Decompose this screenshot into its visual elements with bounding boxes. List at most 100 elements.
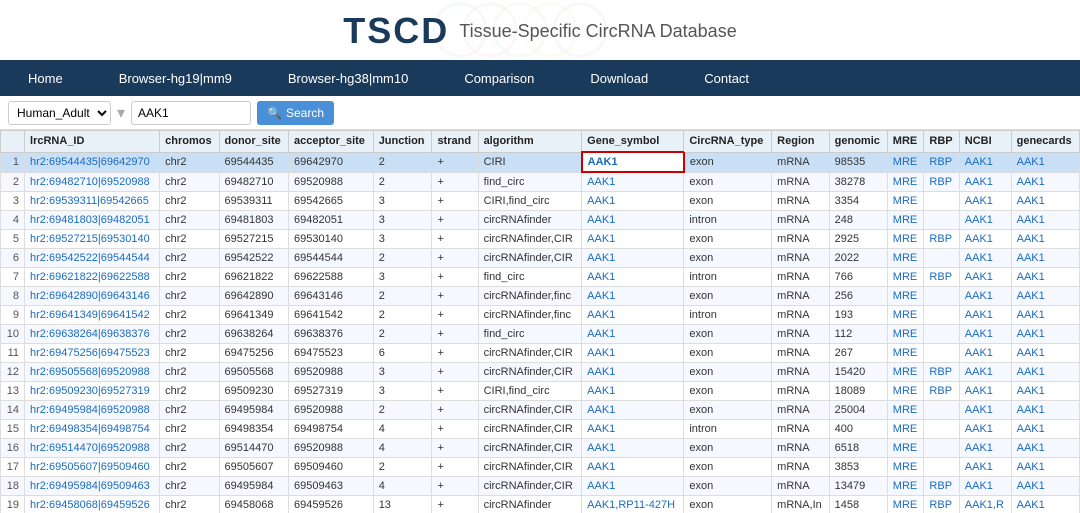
- mre-cell[interactable]: MRE: [887, 477, 924, 496]
- ncbi-cell[interactable]: AAK1: [959, 439, 1011, 458]
- lrcRNA-id-cell[interactable]: hr2:69509230|69527319: [25, 382, 160, 401]
- mre-cell[interactable]: MRE: [887, 287, 924, 306]
- gene-symbol-cell[interactable]: AAK1: [582, 306, 684, 325]
- search-input[interactable]: [131, 101, 251, 125]
- lrcRNA-id-cell[interactable]: hr2:69495984|69509463: [25, 477, 160, 496]
- tissue-dropdown[interactable]: Human_Adult Human_Fetal Mouse_Adult Mous…: [8, 101, 111, 125]
- mre-cell[interactable]: MRE: [887, 249, 924, 268]
- nav-contact[interactable]: Contact: [676, 60, 777, 96]
- mre-cell[interactable]: MRE: [887, 230, 924, 249]
- gene-symbol-cell[interactable]: AAK1: [582, 344, 684, 363]
- genecards-cell[interactable]: AAK1: [1011, 306, 1079, 325]
- ncbi-cell[interactable]: AAK1: [959, 477, 1011, 496]
- lrcRNA-id-cell[interactable]: hr2:69544435|69642970: [25, 152, 160, 172]
- gene-symbol-cell[interactable]: AAK1,RP11-427H: [582, 496, 684, 513]
- mre-cell[interactable]: MRE: [887, 401, 924, 420]
- table-row[interactable]: 5hr2:69527215|69530140chr269527215695301…: [1, 230, 1080, 249]
- gene-symbol-cell[interactable]: AAK1: [582, 458, 684, 477]
- table-row[interactable]: 4hr2:69481803|69482051chr269481803694820…: [1, 211, 1080, 230]
- ncbi-cell[interactable]: AAK1: [959, 230, 1011, 249]
- gene-symbol-cell[interactable]: AAK1: [582, 192, 684, 211]
- lrcRNA-id-cell[interactable]: hr2:69481803|69482051: [25, 211, 160, 230]
- mre-cell[interactable]: MRE: [887, 172, 924, 192]
- gene-symbol-cell[interactable]: AAK1: [582, 230, 684, 249]
- genecards-cell[interactable]: AAK1: [1011, 439, 1079, 458]
- mre-cell[interactable]: MRE: [887, 382, 924, 401]
- table-row[interactable]: 7hr2:69621822|69622588chr269621822696225…: [1, 268, 1080, 287]
- table-row[interactable]: 6hr2:69542522|69544544chr269542522695445…: [1, 249, 1080, 268]
- mre-cell[interactable]: MRE: [887, 363, 924, 382]
- ncbi-cell[interactable]: AAK1: [959, 287, 1011, 306]
- genecards-cell[interactable]: AAK1: [1011, 268, 1079, 287]
- lrcRNA-id-cell[interactable]: hr2:69475256|69475523: [25, 344, 160, 363]
- table-row[interactable]: 1hr2:69544435|69642970chr269544435696429…: [1, 152, 1080, 172]
- mre-cell[interactable]: MRE: [887, 211, 924, 230]
- table-row[interactable]: 14hr2:69495984|69520988chr26949598469520…: [1, 401, 1080, 420]
- table-row[interactable]: 2hr2:69482710|69520988chr269482710695209…: [1, 172, 1080, 192]
- lrcRNA-id-cell[interactable]: hr2:69514470|69520988: [25, 439, 160, 458]
- gene-symbol-cell[interactable]: AAK1: [582, 268, 684, 287]
- ncbi-cell[interactable]: AAK1: [959, 211, 1011, 230]
- gene-symbol-cell[interactable]: AAK1: [582, 287, 684, 306]
- ncbi-cell[interactable]: AAK1,R: [959, 496, 1011, 513]
- mre-cell[interactable]: MRE: [887, 458, 924, 477]
- mre-cell[interactable]: MRE: [887, 420, 924, 439]
- gene-symbol-cell[interactable]: AAK1: [582, 420, 684, 439]
- lrcRNA-id-cell[interactable]: hr2:69498354|69498754: [25, 420, 160, 439]
- ncbi-cell[interactable]: AAK1: [959, 420, 1011, 439]
- table-row[interactable]: 19hr2:69458068|69459526chr26945806869459…: [1, 496, 1080, 513]
- mre-cell[interactable]: MRE: [887, 306, 924, 325]
- lrcRNA-id-cell[interactable]: hr2:69539311|69542665: [25, 192, 160, 211]
- gene-symbol-cell[interactable]: AAK1: [582, 325, 684, 344]
- rbp-cell[interactable]: RBP: [924, 382, 959, 401]
- rbp-cell[interactable]: RBP: [924, 172, 959, 192]
- rbp-cell[interactable]: RBP: [924, 363, 959, 382]
- lrcRNA-id-cell[interactable]: hr2:69638264|69638376: [25, 325, 160, 344]
- genecards-cell[interactable]: AAK1: [1011, 344, 1079, 363]
- gene-symbol-cell[interactable]: AAK1: [582, 211, 684, 230]
- lrcRNA-id-cell[interactable]: hr2:69542522|69544544: [25, 249, 160, 268]
- genecards-cell[interactable]: AAK1: [1011, 325, 1079, 344]
- ncbi-cell[interactable]: AAK1: [959, 401, 1011, 420]
- table-row[interactable]: 12hr2:69505568|69520988chr26950556869520…: [1, 363, 1080, 382]
- mre-cell[interactable]: MRE: [887, 325, 924, 344]
- gene-symbol-cell[interactable]: AAK1: [582, 363, 684, 382]
- genecards-cell[interactable]: AAK1: [1011, 249, 1079, 268]
- table-row[interactable]: 8hr2:69642890|69643146chr269642890696431…: [1, 287, 1080, 306]
- table-row[interactable]: 11hr2:69475256|69475523chr26947525669475…: [1, 344, 1080, 363]
- ncbi-cell[interactable]: AAK1: [959, 192, 1011, 211]
- search-button[interactable]: 🔍 Search: [257, 101, 334, 125]
- rbp-cell[interactable]: RBP: [924, 477, 959, 496]
- nav-download[interactable]: Download: [562, 60, 676, 96]
- genecards-cell[interactable]: AAK1: [1011, 192, 1079, 211]
- table-row[interactable]: 16hr2:69514470|69520988chr26951447069520…: [1, 439, 1080, 458]
- rbp-cell[interactable]: RBP: [924, 496, 959, 513]
- lrcRNA-id-cell[interactable]: hr2:69505607|69509460: [25, 458, 160, 477]
- rbp-cell[interactable]: RBP: [924, 152, 959, 172]
- ncbi-cell[interactable]: AAK1: [959, 268, 1011, 287]
- ncbi-cell[interactable]: AAK1: [959, 325, 1011, 344]
- gene-symbol-cell[interactable]: AAK1: [582, 172, 684, 192]
- mre-cell[interactable]: MRE: [887, 192, 924, 211]
- ncbi-cell[interactable]: AAK1: [959, 172, 1011, 192]
- lrcRNA-id-cell[interactable]: hr2:69527215|69530140: [25, 230, 160, 249]
- ncbi-cell[interactable]: AAK1: [959, 458, 1011, 477]
- lrcRNA-id-cell[interactable]: hr2:69621822|69622588: [25, 268, 160, 287]
- gene-symbol-cell[interactable]: AAK1: [582, 401, 684, 420]
- gene-symbol-cell[interactable]: AAK1: [582, 382, 684, 401]
- mre-cell[interactable]: MRE: [887, 439, 924, 458]
- gene-symbol-cell[interactable]: AAK1: [582, 439, 684, 458]
- genecards-cell[interactable]: AAK1: [1011, 477, 1079, 496]
- gene-symbol-cell[interactable]: AAK1: [582, 152, 684, 172]
- mre-cell[interactable]: MRE: [887, 344, 924, 363]
- table-row[interactable]: 15hr2:69498354|69498754chr26949835469498…: [1, 420, 1080, 439]
- ncbi-cell[interactable]: AAK1: [959, 382, 1011, 401]
- genecards-cell[interactable]: AAK1: [1011, 420, 1079, 439]
- nav-home[interactable]: Home: [0, 60, 91, 96]
- mre-cell[interactable]: MRE: [887, 496, 924, 513]
- genecards-cell[interactable]: AAK1: [1011, 172, 1079, 192]
- table-row[interactable]: 3hr2:69539311|69542665chr269539311695426…: [1, 192, 1080, 211]
- mre-cell[interactable]: MRE: [887, 268, 924, 287]
- genecards-cell[interactable]: AAK1: [1011, 382, 1079, 401]
- nav-browser-hg19[interactable]: Browser-hg19|mm9: [91, 60, 260, 96]
